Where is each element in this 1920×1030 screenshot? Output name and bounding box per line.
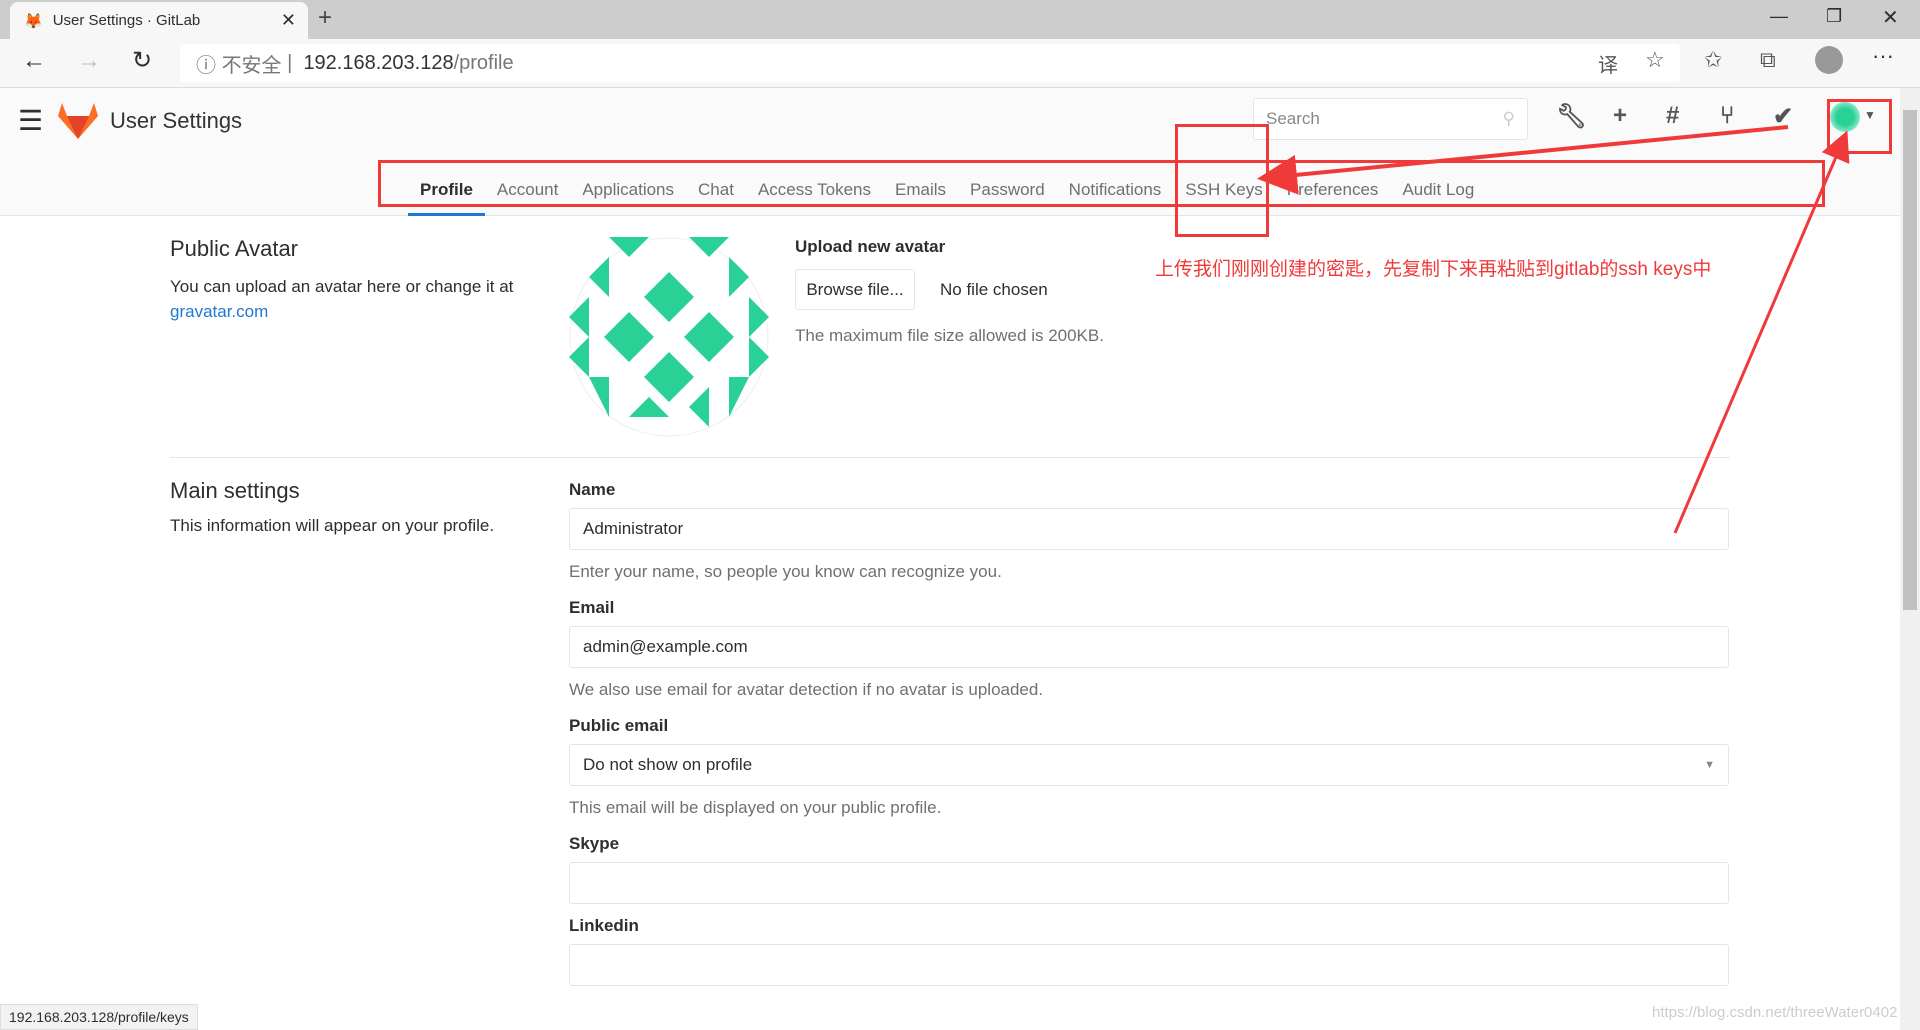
avatar-desc: You can upload an avatar here or change … (170, 277, 514, 296)
form-field: Linkedin (569, 916, 1729, 986)
linkedin-input[interactable] (569, 944, 1729, 986)
chevron-down-icon: ▼ (1704, 759, 1715, 771)
profile-icon[interactable] (1815, 46, 1843, 74)
status-bar-url: 192.168.203.128/profile/keys (0, 1004, 198, 1030)
info-icon: ⓘ (196, 54, 222, 77)
collections-icon[interactable]: ⧉ (1760, 47, 1776, 73)
url-host: 192.168.203.128 (303, 51, 454, 74)
close-tab-icon[interactable]: ✕ (281, 10, 296, 31)
max-size-text: The maximum file size allowed is 200KB. (795, 326, 1104, 345)
back-icon[interactable]: ← (22, 47, 46, 75)
minimize-icon[interactable]: — (1770, 6, 1788, 27)
field-help: This email will be displayed on your pub… (569, 798, 942, 817)
favorites-icon[interactable]: ✩ (1704, 47, 1722, 73)
field-value: Administrator (583, 519, 684, 538)
skype-input[interactable] (569, 862, 1729, 904)
divider (170, 457, 1730, 458)
url-path: /profile (453, 51, 514, 74)
issues-hash-icon[interactable]: # (1666, 102, 1679, 130)
new-plus-icon[interactable]: + (1613, 102, 1627, 130)
annotation-box-ssh (1175, 124, 1269, 237)
url-input[interactable]: ⓘ 不安全 | 192.168.203.128/profile (180, 44, 1680, 82)
field-value: Do not show on profile (583, 755, 753, 774)
email-input[interactable]: admin@example.com (569, 626, 1729, 668)
gitlab-logo-icon[interactable] (58, 102, 98, 140)
form-field: Skype (569, 834, 1729, 904)
main-desc: This information will appear on your pro… (170, 516, 495, 535)
avatar-image (569, 237, 769, 437)
page-title: User Settings (110, 108, 243, 133)
field-label: Skype (569, 834, 620, 853)
field-label: Name (569, 480, 616, 499)
refresh-icon[interactable]: ↻ (132, 46, 152, 75)
close-window-icon[interactable]: ✕ (1882, 5, 1899, 30)
gitlab-favicon-icon: 🦊 (24, 12, 43, 30)
search-placeholder: Search (1266, 109, 1320, 128)
field-help: We also use email for avatar detection i… (569, 680, 1044, 699)
form-field: Public email Do not show on profile ▼ Thi… (569, 716, 1729, 818)
browser-tabstrip: 🦊 User Settings · GitLab ✕ + — ❐ ✕ (0, 0, 1920, 39)
restore-icon[interactable]: ❐ (1826, 6, 1842, 27)
field-label: Public email (569, 716, 669, 735)
section-heading: Main settings (170, 478, 300, 503)
public-email-select[interactable]: Do not show on profile ▼ (569, 744, 1729, 786)
search-input[interactable]: Search ⚲ (1253, 98, 1528, 140)
star-icon[interactable]: ☆ (1645, 47, 1665, 73)
no-file-text: No file chosen (940, 280, 1048, 299)
form-field: Name Administrator Enter your name, so p… (569, 480, 1729, 582)
name-input[interactable]: Administrator (569, 508, 1729, 550)
annotation-box-nav (378, 160, 1825, 207)
forward-icon[interactable]: → (77, 47, 101, 75)
field-value: admin@example.com (583, 637, 748, 656)
scrollbar[interactable] (1900, 88, 1920, 1030)
field-label: Linkedin (569, 916, 639, 935)
admin-wrench-icon[interactable]: 🔧︎ (1556, 102, 1586, 131)
hamburger-menu-icon[interactable]: ☰ (18, 104, 43, 137)
gravatar-link[interactable]: gravatar.com (170, 302, 268, 321)
tab-title: User Settings · GitLab (52, 12, 201, 29)
public-avatar-section: Public Avatar You can upload an avatar h… (170, 236, 530, 324)
annotation-box-avatar (1827, 99, 1892, 154)
annotation-text: 上传我们刚刚创建的密匙，先复制下来再粘贴到gitlab的ssh keys中 (1155, 259, 1712, 280)
insecure-label: 不安全 (221, 54, 282, 77)
profile-form: Name Administrator Enter your name, so p… (569, 480, 1729, 998)
browser-tab[interactable]: 🦊 User Settings · GitLab ✕ (10, 2, 308, 39)
address-bar: ← → ↻ ⓘ 不安全 | 192.168.203.128/profile 译 … (0, 39, 1920, 88)
section-heading: Public Avatar (170, 236, 299, 261)
field-help: Enter your name, so people you know can … (569, 562, 1002, 581)
browse-file-button[interactable]: Browse file... (795, 269, 915, 310)
merge-requests-icon[interactable]: ⑂ (1720, 102, 1734, 130)
new-tab-icon[interactable]: + (318, 4, 332, 32)
watermark: https://blog.csdn.net/threeWater0402 (1652, 1004, 1898, 1021)
field-label: Email (569, 598, 615, 617)
main-settings-section: Main settings This information will appe… (170, 478, 530, 536)
search-icon: ⚲ (1502, 109, 1515, 128)
form-field: Email admin@example.com We also use emai… (569, 598, 1729, 700)
more-icon[interactable]: ··· (1872, 43, 1894, 69)
translate-icon[interactable]: 译 (1598, 49, 1618, 78)
todos-check-icon[interactable]: ✔ (1773, 102, 1793, 131)
upload-label: Upload new avatar (795, 237, 946, 256)
